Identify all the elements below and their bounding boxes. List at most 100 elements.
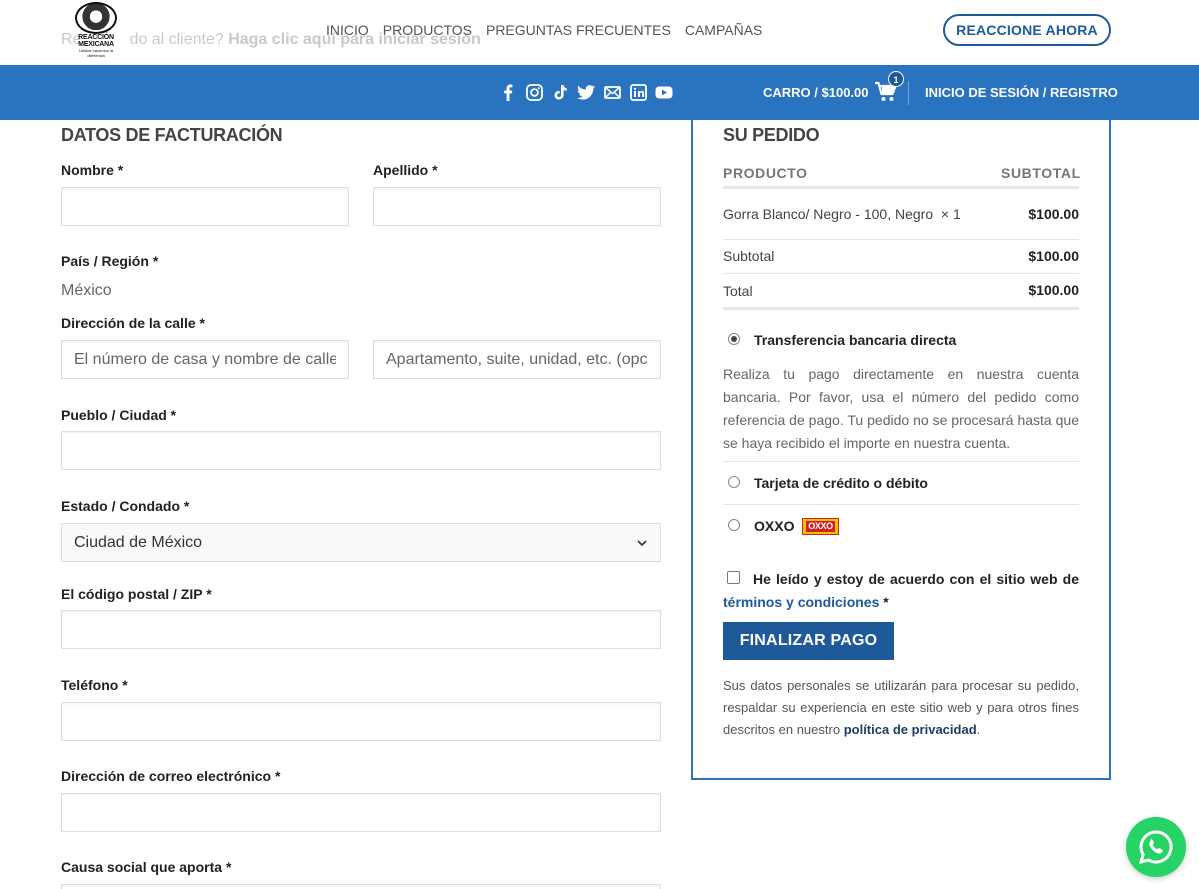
returning-text: do al cliente? — [129, 31, 224, 48]
social-links — [499, 83, 673, 101]
first-name-label: Nombre * — [61, 162, 123, 178]
whatsapp-icon — [1138, 830, 1173, 865]
total-value: $100.00 — [1028, 282, 1079, 298]
terms-label: He leído y estoy de acuerdo con el sitio… — [753, 571, 1079, 587]
zip-input[interactable] — [61, 610, 661, 649]
city-input[interactable] — [61, 431, 661, 470]
terms-required-mark: * — [883, 594, 889, 610]
facebook-icon[interactable] — [499, 83, 517, 101]
required-mark: * — [117, 162, 124, 178]
phone-input[interactable] — [61, 702, 661, 741]
city-label: Pueblo / Ciudad * — [61, 407, 176, 423]
instagram-icon[interactable] — [525, 83, 543, 101]
nav-item-productos[interactable]: PRODUCTOS — [383, 22, 472, 38]
total-divider — [723, 307, 1079, 310]
zip-label: El código postal / ZIP * — [61, 586, 212, 602]
order-item-qty: × 1 — [940, 206, 961, 222]
subtotal-label: Subtotal — [723, 248, 775, 264]
subtotal-value: $100.00 — [1028, 248, 1079, 264]
cart-count-badge: 1 — [888, 71, 904, 87]
required-mark: * — [170, 407, 177, 423]
phone-label-text: Teléfono — [61, 677, 119, 693]
col-product-header: PRODUCTO — [723, 165, 808, 181]
order-item-price: $100.00 — [1028, 206, 1079, 222]
email-label-text: Dirección de correo electrónico — [61, 768, 272, 784]
twitter-icon[interactable] — [577, 83, 595, 101]
order-item-name: Gorra Blanco/ Negro - 100, Negro × 1 — [723, 206, 961, 222]
logo-tagline: Unidos hacemos la diferencia — [78, 48, 114, 58]
whatsapp-chat-button[interactable] — [1126, 817, 1186, 877]
oxxo-logo-text: OXXO — [806, 521, 835, 532]
col-subtotal-header: SUBTOTAL — [1001, 165, 1081, 181]
nav-item-campanas[interactable]: CAMPAÑAS — [685, 22, 763, 38]
required-mark: * — [432, 162, 438, 178]
last-name-input[interactable] — [373, 187, 661, 226]
required-mark: * — [183, 498, 190, 514]
linkedin-icon[interactable] — [629, 83, 647, 101]
payment-label-oxxo[interactable]: OXXO — [754, 518, 794, 534]
street-label-text: Dirección de la calle — [61, 315, 196, 331]
first-name-input[interactable] — [61, 187, 349, 226]
order-item-name-text: Gorra Blanco/ Negro - 100, Negro — [723, 206, 934, 222]
youtube-icon[interactable] — [655, 83, 673, 101]
react-now-button[interactable]: REACCIONE AHORA — [943, 14, 1111, 46]
privacy-end: . — [976, 722, 981, 737]
country-value: México — [61, 282, 112, 299]
required-mark: * — [152, 253, 159, 269]
payment-divider — [723, 504, 1079, 505]
last-name-label-text: Apellido — [373, 162, 429, 178]
cause-input[interactable] — [61, 884, 661, 889]
email-label: Dirección de correo electrónico * — [61, 768, 280, 784]
order-title: SU PEDIDO — [723, 125, 820, 145]
main-nav: INICIO PRODUCTOS PREGUNTAS FRECUENTES CA… — [326, 22, 762, 38]
cause-label-text: Causa social que aporta — [61, 859, 223, 875]
logo-emblem-icon — [75, 2, 117, 34]
required-mark: * — [274, 768, 281, 784]
logo-line2: MEXICANA — [78, 41, 114, 48]
state-select[interactable]: Ciudad de México — [61, 523, 661, 562]
login-register-link[interactable]: INICIO DE SESIÓN / REGISTRO — [925, 85, 1118, 100]
payment-radio-card[interactable] — [728, 476, 740, 488]
chevron-down-icon — [637, 540, 647, 547]
cause-label: Causa social que aporta * — [61, 859, 231, 875]
state-label: Estado / Condado * — [61, 498, 189, 514]
payment-label-bank-transfer[interactable]: Transferencia bancaria directa — [754, 332, 956, 348]
tiktok-icon[interactable] — [551, 83, 569, 101]
payment-radio-oxxo[interactable] — [728, 519, 740, 531]
terms-link[interactable]: términos y condiciones — [723, 594, 879, 610]
table-header-divider — [723, 186, 1079, 189]
street-label: Dirección de la calle * — [61, 315, 205, 331]
cart-link[interactable]: CARRO / $100.00 — [763, 85, 869, 100]
street-address-input[interactable] — [61, 340, 349, 379]
site-logo[interactable]: REACCIÓN MEXICANA Unidos hacemos la dife… — [73, 0, 119, 62]
payment-label-card[interactable]: Tarjeta de crédito o débito — [754, 475, 928, 491]
row-divider — [723, 239, 1079, 240]
state-select-value: Ciudad de México — [74, 534, 203, 551]
terms-text: He leído y estoy de acuerdo con el sitio… — [723, 568, 1079, 614]
row-divider — [723, 273, 1079, 274]
place-order-button[interactable]: FINALIZAR PAGO — [723, 622, 894, 660]
logo-line1: REACCIÓN — [78, 34, 114, 41]
payment-divider — [723, 461, 1079, 462]
nav-item-preguntas[interactable]: PREGUNTAS FRECUENTES — [486, 22, 671, 38]
payment-radio-bank-transfer[interactable] — [728, 333, 740, 345]
top-header: Re do al cliente? Haga clic aquí para ini… — [0, 0, 1199, 65]
email-icon[interactable] — [603, 83, 621, 101]
oxxo-logo: OXXO — [802, 518, 839, 535]
street-address2-input[interactable] — [373, 340, 661, 379]
required-mark: * — [122, 677, 128, 693]
city-label-text: Pueblo / Ciudad — [61, 407, 167, 423]
privacy-policy-link[interactable]: política de privacidad — [844, 722, 977, 737]
required-mark: * — [199, 315, 205, 331]
country-label: País / Región * — [61, 253, 158, 269]
first-name-label-text: Nombre — [61, 162, 114, 178]
required-mark: * — [225, 859, 232, 875]
state-label-text: Estado / Condado — [61, 498, 180, 514]
total-label: Total — [723, 283, 753, 299]
required-mark: * — [206, 586, 212, 602]
nav-item-inicio[interactable]: INICIO — [326, 22, 369, 38]
privacy-notice: Sus datos personales se utilizarán para … — [723, 675, 1079, 741]
email-input[interactable] — [61, 793, 661, 832]
billing-title: DATOS DE FACTURACIÓN — [61, 125, 283, 145]
phone-label: Teléfono * — [61, 677, 128, 693]
